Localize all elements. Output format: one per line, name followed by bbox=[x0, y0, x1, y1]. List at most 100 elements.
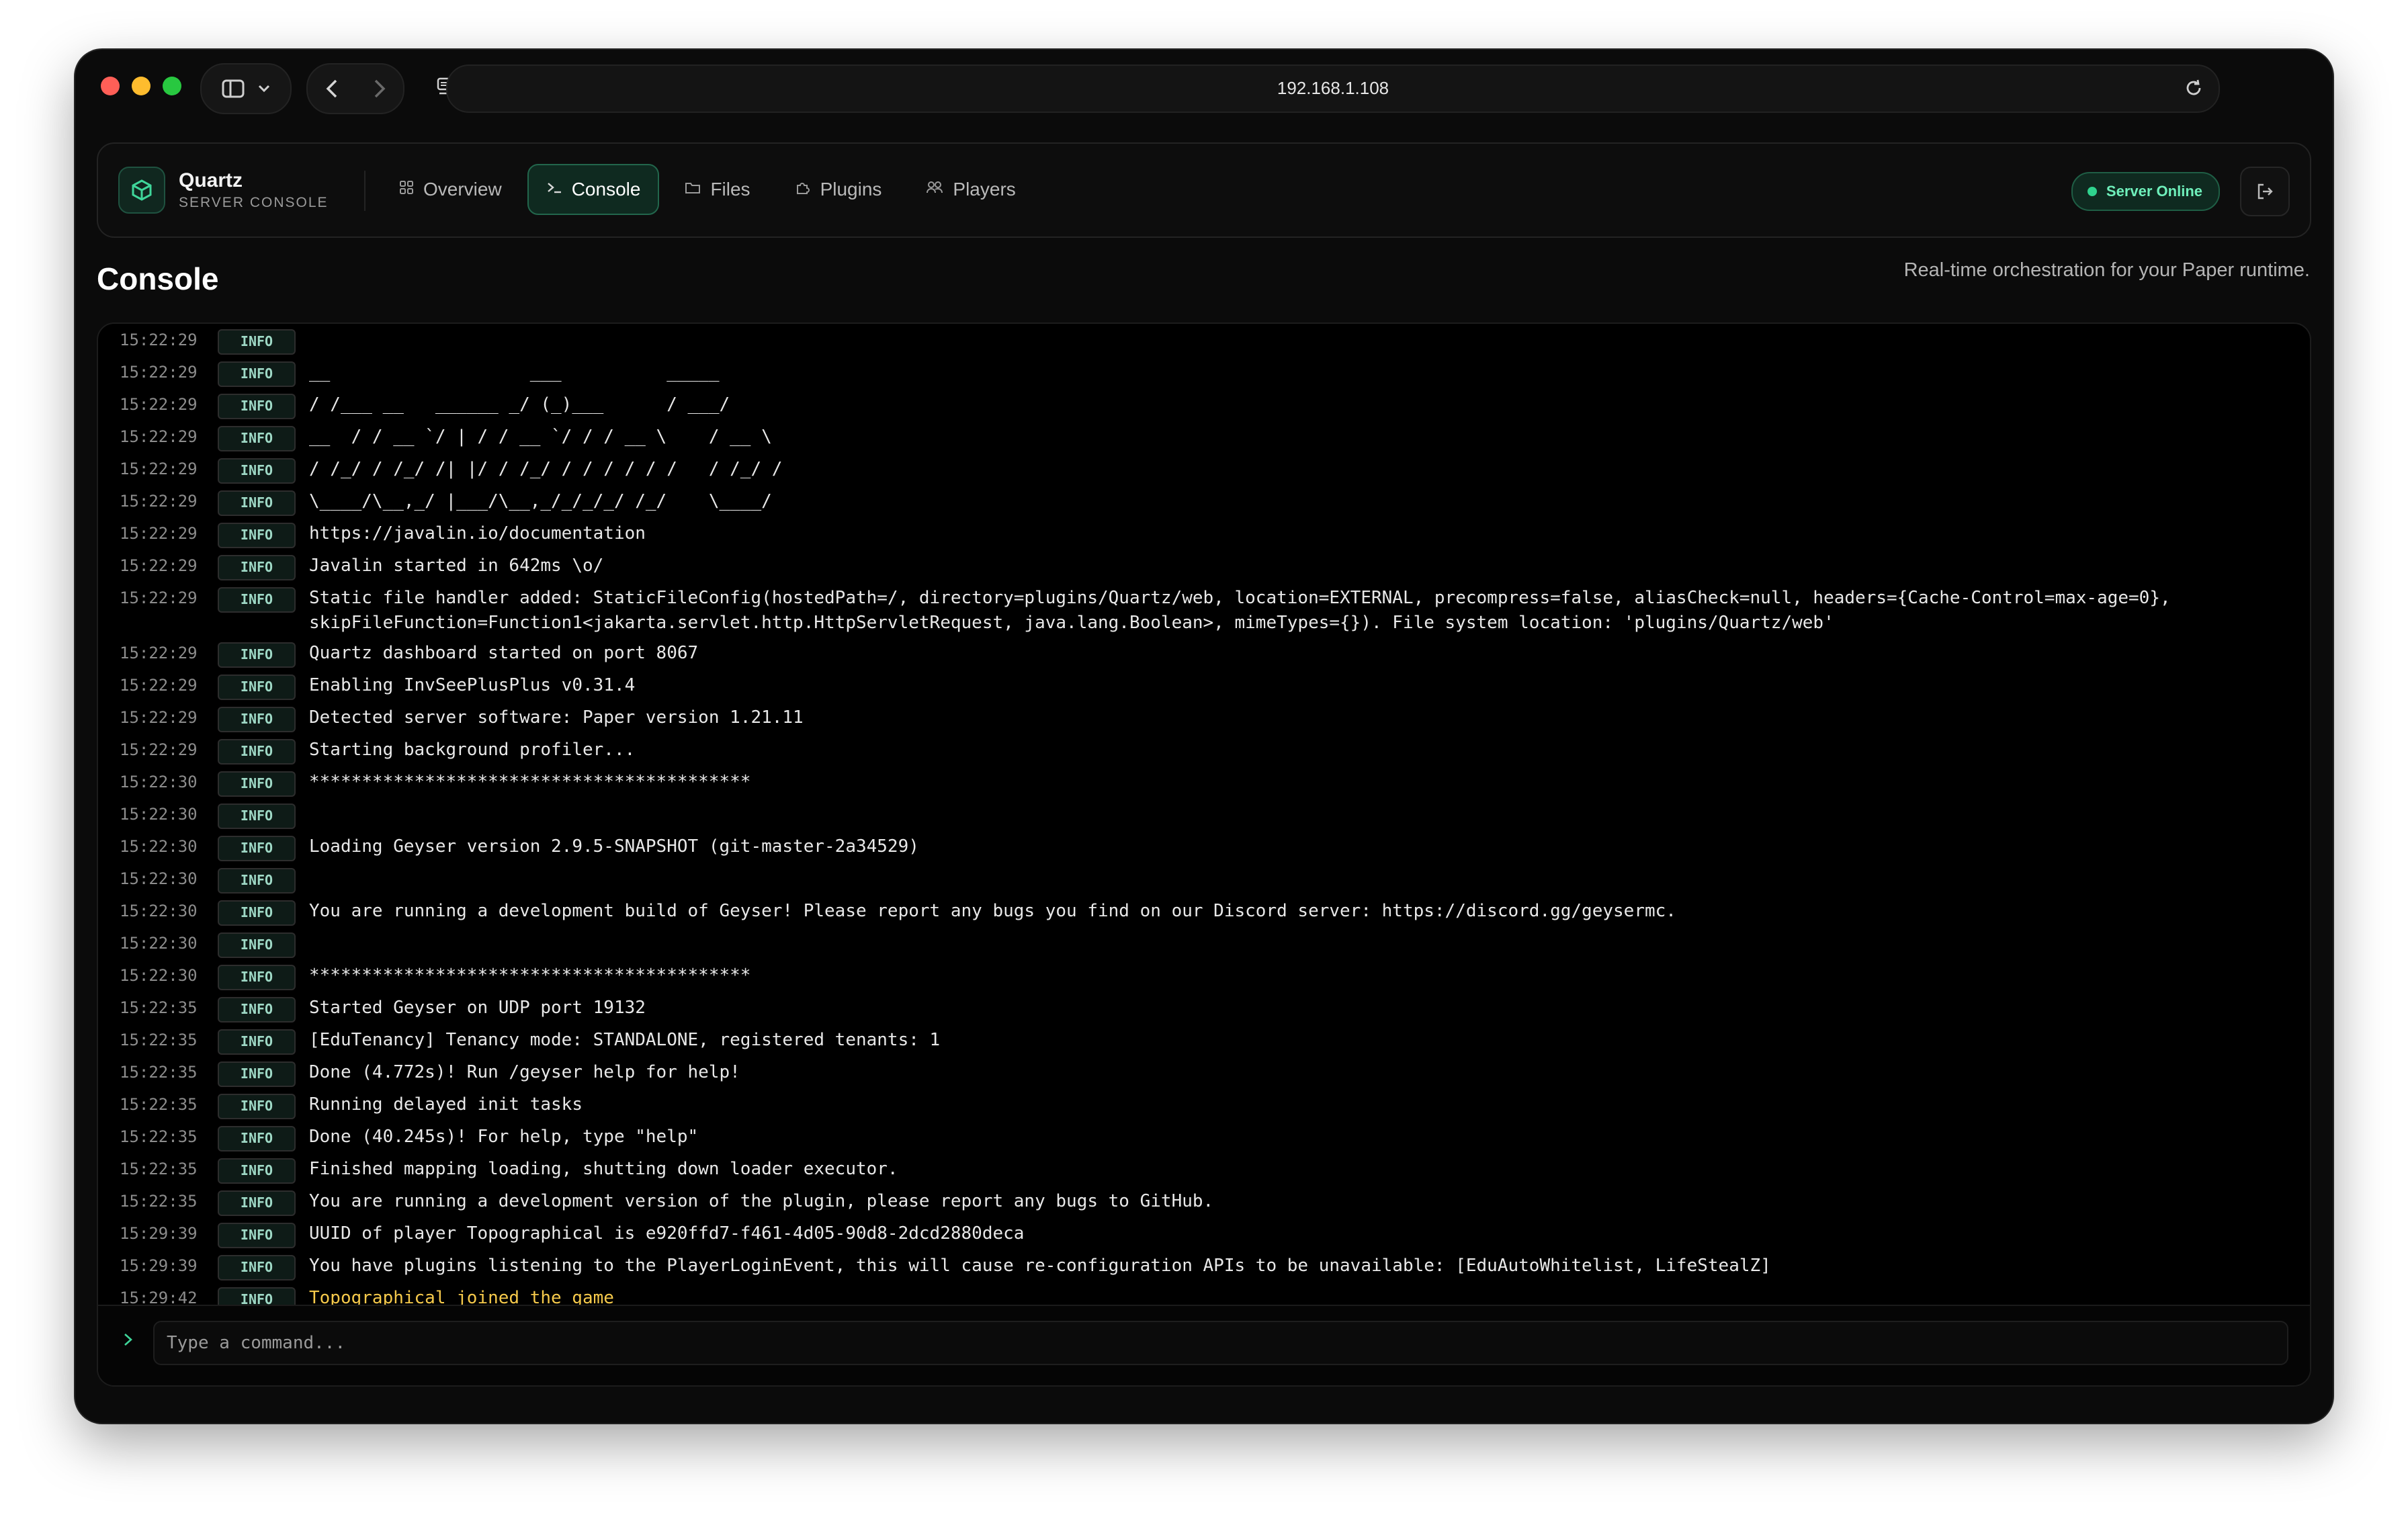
log-level-badge: INFO bbox=[218, 587, 296, 613]
log-level-badge: INFO bbox=[218, 675, 296, 700]
tab-players[interactable]: Players bbox=[907, 164, 1034, 215]
log-timestamp: 15:22:30 bbox=[120, 837, 198, 856]
log-message: / /_/ / /_/ /| |/ / /_/ / / / / / / / /_… bbox=[309, 459, 783, 479]
log-row: 15:22:29 INFO __ / / __ `/ | / / __ `/ / /… bbox=[98, 423, 2310, 455]
log-message: Detected server software: Paper version … bbox=[309, 707, 804, 728]
log-row: 15:22:35 INFO [EduTenancy] Tenancy mode: S… bbox=[98, 1027, 2310, 1059]
log-level-badge: INFO bbox=[218, 329, 296, 355]
main-nav: Overview Console Files Plugins Players bbox=[380, 164, 1035, 215]
log-timestamp: 15:22:29 bbox=[120, 363, 198, 382]
tab-files[interactable]: Files bbox=[666, 164, 769, 215]
log-message: Enabling InvSeePlusPlus v0.31.4 bbox=[309, 675, 636, 695]
log-level-badge: INFO bbox=[218, 361, 296, 387]
log-level-badge: INFO bbox=[218, 1223, 296, 1248]
logout-button[interactable] bbox=[2240, 167, 2290, 216]
log-level-badge: INFO bbox=[218, 836, 296, 861]
log-level-badge: INFO bbox=[218, 997, 296, 1023]
page-subtitle: Real-time orchestration for your Paper r… bbox=[1903, 259, 2310, 281]
log-row: 15:22:35 INFO Done (40.245s)! For help, ty… bbox=[98, 1123, 2310, 1156]
log-row: 15:22:35 INFO Finished mapping loading, sh… bbox=[98, 1156, 2310, 1188]
log-row: 15:22:29 INFO Static file handler added: S… bbox=[98, 584, 2310, 640]
tab-label: Files bbox=[710, 179, 750, 200]
log-level-badge: INFO bbox=[218, 707, 296, 732]
log-timestamp: 15:22:29 bbox=[120, 395, 198, 414]
log-timestamp: 15:22:30 bbox=[120, 966, 198, 985]
log-level-badge: INFO bbox=[218, 426, 296, 451]
log-level-badge: INFO bbox=[218, 965, 296, 990]
log-message: You are running a development build of G… bbox=[309, 901, 1676, 921]
log-message: Done (40.245s)! For help, type "help" bbox=[309, 1127, 699, 1147]
minimize-window-button[interactable] bbox=[132, 77, 150, 95]
status-dot-icon bbox=[2087, 187, 2097, 196]
log-level-badge: INFO bbox=[218, 932, 296, 958]
log-message: Topographical joined the game bbox=[309, 1288, 614, 1305]
log-row: 15:22:30 INFO bbox=[98, 930, 2310, 962]
grid-icon bbox=[399, 180, 414, 200]
address-text: 192.168.1.108 bbox=[1277, 78, 1389, 98]
log-row: 15:22:29 INFO bbox=[98, 324, 2310, 359]
tab-label: Plugins bbox=[820, 179, 882, 200]
log-row: 15:22:29 INFO Javalin started in 642ms \o/ bbox=[98, 552, 2310, 584]
log-row: 15:22:30 INFO Loading Geyser version 2.9.5… bbox=[98, 833, 2310, 865]
log-level-badge: INFO bbox=[218, 458, 296, 484]
log-timestamp: 15:29:39 bbox=[120, 1224, 198, 1243]
log-timestamp: 15:22:30 bbox=[120, 902, 198, 920]
log-timestamp: 15:22:29 bbox=[120, 676, 198, 695]
log-row: 15:22:35 INFO You are running a developmen… bbox=[98, 1188, 2310, 1220]
log-message: UUID of player Topographical is e920ffd7… bbox=[309, 1223, 1025, 1244]
log-timestamp: 15:22:29 bbox=[120, 331, 198, 349]
log-level-badge: INFO bbox=[218, 1158, 296, 1184]
address-bar[interactable]: 192.168.1.108 bbox=[446, 64, 2220, 113]
page-title: Console bbox=[97, 261, 219, 296]
console-log[interactable]: 15:22:29 INFO 15:22:29 INFO __ ___ _____ 15:2… bbox=[98, 324, 2310, 1305]
log-message: Started Geyser on UDP port 19132 bbox=[309, 998, 646, 1018]
tab-plugins[interactable]: Plugins bbox=[776, 164, 901, 215]
back-icon[interactable] bbox=[325, 79, 339, 99]
puzzle-icon bbox=[795, 179, 811, 200]
close-window-button[interactable] bbox=[101, 77, 120, 95]
tab-console[interactable]: Console bbox=[527, 164, 660, 215]
command-input[interactable] bbox=[153, 1321, 2288, 1365]
log-row: 15:22:35 INFO Done (4.772s)! Run /geyser h… bbox=[98, 1059, 2310, 1091]
log-timestamp: 15:22:35 bbox=[120, 1160, 198, 1178]
log-level-badge: INFO bbox=[218, 490, 296, 516]
maximize-window-button[interactable] bbox=[163, 77, 181, 95]
log-row: 15:29:42 INFO Topographical joined the gam… bbox=[98, 1285, 2310, 1305]
log-timestamp: 15:22:35 bbox=[120, 1192, 198, 1211]
terminal-icon bbox=[546, 180, 562, 200]
log-level-badge: INFO bbox=[218, 642, 296, 668]
reload-icon[interactable] bbox=[2184, 78, 2204, 98]
sidebar-toggle-button[interactable] bbox=[200, 63, 292, 114]
users-icon bbox=[926, 180, 943, 200]
tab-overview[interactable]: Overview bbox=[380, 164, 521, 215]
log-message: \____/\__,_/ |___/\__,_/_/_/_/ /_/ \____… bbox=[309, 491, 772, 511]
log-timestamp: 15:22:29 bbox=[120, 460, 198, 478]
status-label: Server Online bbox=[2106, 183, 2202, 200]
log-row: 15:22:29 INFO https://javalin.io/documenta… bbox=[98, 520, 2310, 552]
log-level-badge: INFO bbox=[218, 868, 296, 894]
log-message: [EduTenancy] Tenancy mode: STANDALONE, r… bbox=[309, 1030, 941, 1050]
log-message: ****************************************… bbox=[309, 772, 751, 792]
log-row: 15:22:30 INFO ****************************… bbox=[98, 962, 2310, 994]
log-message: Done (4.772s)! Run /geyser help for help… bbox=[309, 1062, 740, 1082]
forward-icon[interactable] bbox=[373, 79, 386, 99]
log-timestamp: 15:22:29 bbox=[120, 708, 198, 727]
log-level-badge: INFO bbox=[218, 900, 296, 926]
log-message: Starting background profiler... bbox=[309, 740, 636, 760]
log-message: You are running a development version of… bbox=[309, 1191, 1214, 1211]
log-row: 15:22:29 INFO \____/\__,_/ |___/\__,_/_/_/… bbox=[98, 488, 2310, 520]
log-message: ****************************************… bbox=[309, 965, 751, 986]
log-row: 15:22:35 INFO Running delayed init tasks bbox=[98, 1091, 2310, 1123]
log-timestamp: 15:29:42 bbox=[120, 1289, 198, 1305]
log-level-badge: INFO bbox=[218, 1126, 296, 1151]
log-row: 15:22:29 INFO __ ___ _____ bbox=[98, 359, 2310, 391]
log-timestamp: 15:22:35 bbox=[120, 1127, 198, 1146]
log-timestamp: 15:29:39 bbox=[120, 1256, 198, 1275]
window-controls bbox=[101, 77, 181, 95]
log-timestamp: 15:22:35 bbox=[120, 1063, 198, 1082]
log-level-badge: INFO bbox=[218, 1029, 296, 1055]
log-timestamp: 15:22:35 bbox=[120, 1095, 198, 1114]
log-level-badge: INFO bbox=[218, 803, 296, 829]
prompt-chevron-icon bbox=[122, 1330, 134, 1354]
log-row: 15:22:29 INFO Starting background profiler… bbox=[98, 736, 2310, 769]
